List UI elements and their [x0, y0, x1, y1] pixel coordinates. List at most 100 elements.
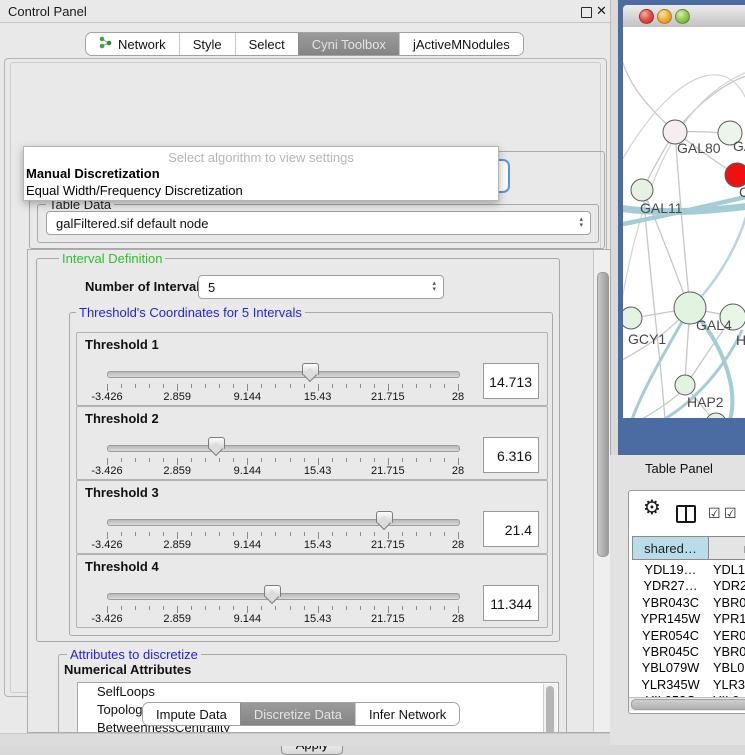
- table-data-combo[interactable]: galFiltered.sif default node ▴▾: [46, 211, 591, 235]
- slider-track[interactable]: [107, 519, 460, 526]
- threshold-value-field[interactable]: 11.344: [483, 585, 539, 621]
- slider-tick: [416, 384, 417, 388]
- cell-name[interactable]: YDL1: [709, 562, 745, 578]
- checkbox-icon[interactable]: ☑: [708, 505, 721, 521]
- table-row[interactable]: YDL19…YDL1: [632, 562, 745, 578]
- slider-scale-label: 2.859: [163, 391, 191, 403]
- attribute-list-item-selfloops[interactable]: SelfLoops: [78, 683, 558, 701]
- algorithm-option-manual-discretization[interactable]: Manual Discretization: [26, 166, 160, 181]
- cell-name[interactable]: YDR2: [709, 578, 745, 594]
- tab-label: Network: [118, 37, 166, 52]
- slider-tick: [261, 606, 262, 610]
- slider-track[interactable]: [107, 371, 460, 378]
- slider-tick: [388, 606, 389, 613]
- node-label-ga: GA: [733, 138, 745, 154]
- tab-network[interactable]: Network: [86, 33, 179, 55]
- slider-tick: [374, 384, 375, 388]
- slider-track[interactable]: [107, 593, 460, 600]
- table-row[interactable]: YBR045CYBR0: [632, 644, 745, 660]
- slider-tick: [318, 606, 319, 613]
- node-hap2[interactable]: [675, 375, 695, 395]
- cell-shared-name[interactable]: YDL19…: [632, 562, 709, 578]
- slider-tick: [191, 606, 192, 610]
- threshold-value-field[interactable]: 14.713: [483, 363, 539, 399]
- split-pane-icon[interactable]: [676, 505, 696, 523]
- algorithm-dropdown-hint: Select algorithm to view settings: [24, 150, 498, 165]
- slider-tick: [360, 458, 361, 462]
- network-edge: [675, 132, 690, 307]
- network-window-titlebar[interactable]: [623, 5, 745, 28]
- slider-tick: [121, 532, 122, 536]
- table-header-shared-name[interactable]: shared…: [632, 536, 709, 560]
- cell-name[interactable]: YER0: [709, 628, 745, 644]
- cell-shared-name[interactable]: YBR043C: [632, 595, 709, 611]
- network-view-window: GAL80GACGAL11GAL4GCY1HHAP2: [618, 0, 745, 455]
- attributes-list-scrollbar[interactable]: [543, 684, 557, 733]
- table-row[interactable]: YPR145WYPR1: [632, 611, 745, 627]
- cell-name[interactable]: YPR1: [709, 611, 745, 627]
- slider-scale-label: 21.715: [371, 539, 405, 551]
- cell-shared-name[interactable]: YBR045C: [632, 644, 709, 660]
- threshold-label: Threshold 3: [85, 485, 159, 500]
- slider-tick: [163, 458, 164, 462]
- cell-name[interactable]: YBR0: [709, 595, 745, 611]
- tab-impute-data[interactable]: Impute Data: [143, 703, 240, 725]
- cell-name[interactable]: YBL0: [709, 660, 744, 676]
- threshold-value-field[interactable]: 6.316: [483, 437, 539, 473]
- slider-thumb[interactable]: [264, 585, 281, 597]
- slider-thumb[interactable]: [302, 363, 319, 375]
- slider-tick: [346, 532, 347, 536]
- slider-tick: [290, 532, 291, 536]
- cell-shared-name[interactable]: YBL079W: [632, 660, 709, 676]
- spinner-stepper-icon[interactable]: ▴▾: [432, 276, 436, 298]
- tab-discretize-data[interactable]: Discretize Data: [240, 703, 355, 725]
- slider-track[interactable]: [107, 445, 460, 452]
- cell-shared-name[interactable]: YER054C: [632, 628, 709, 644]
- slider-scale-label: 21.715: [371, 391, 405, 403]
- cell-shared-name[interactable]: YLR345W: [632, 677, 709, 693]
- slider-scale-label: 28: [452, 539, 464, 551]
- table-row[interactable]: YDR27…YDR2: [632, 578, 745, 594]
- network-canvas[interactable]: GAL80GACGAL11GAL4GCY1HHAP2: [623, 27, 745, 418]
- thresholds-group-title: Threshold's Coordinates for 5 Intervals: [76, 305, 305, 320]
- tab-infer-network[interactable]: Infer Network: [355, 703, 459, 725]
- tab-cyni-toolbox[interactable]: Cyni Toolbox: [298, 33, 399, 55]
- horizontal-scrollbar[interactable]: [629, 697, 745, 711]
- slider-tick: [135, 606, 136, 610]
- close-traffic-light[interactable]: [639, 9, 654, 24]
- cell-name[interactable]: YBR0: [709, 644, 745, 660]
- horizontal-scrollbar-thumb[interactable]: [631, 699, 745, 710]
- node-gcy1[interactable]: [623, 307, 642, 329]
- tab-style[interactable]: Style: [179, 33, 235, 55]
- tab-select[interactable]: Select: [235, 33, 298, 55]
- cell-shared-name[interactable]: YPR145W: [632, 611, 709, 627]
- slider-thumb[interactable]: [376, 511, 393, 523]
- table-row[interactable]: YLR345WYLR3: [632, 677, 745, 693]
- combo-stepper-icon[interactable]: ▴▾: [579, 212, 583, 234]
- vertical-scrollbar-thumb[interactable]: [597, 272, 609, 557]
- node-label-c: C: [739, 184, 745, 200]
- node-gal11[interactable]: [631, 179, 653, 201]
- slider-tick: [107, 458, 108, 465]
- minimize-traffic-light[interactable]: [657, 9, 672, 24]
- slider-tick: [318, 384, 319, 391]
- checkbox-icon[interactable]: ☑: [724, 505, 737, 521]
- table-row[interactable]: YBR043CYBR0: [632, 595, 745, 611]
- threshold-value-field[interactable]: 21.4: [483, 511, 539, 547]
- zoom-traffic-light[interactable]: [675, 9, 690, 24]
- tab-jactivemnodules[interactable]: jActiveMNodules: [399, 33, 523, 55]
- close-icon[interactable]: ✕: [596, 3, 607, 19]
- attributes-scrollbar-thumb[interactable]: [546, 686, 554, 733]
- tab-label: Impute Data: [156, 707, 227, 722]
- table-row[interactable]: YER054CYER0: [632, 628, 745, 644]
- cell-name[interactable]: YLR3: [709, 677, 745, 693]
- cell-shared-name[interactable]: YDR27…: [632, 578, 709, 594]
- gear-icon[interactable]: ⚙: [643, 498, 661, 518]
- table-header-name[interactable]: na: [709, 536, 745, 560]
- table-row[interactable]: YBL079WYBL0: [632, 660, 745, 676]
- slider-thumb[interactable]: [208, 437, 225, 449]
- number-of-intervals-spinner[interactable]: 5 ▴▾: [198, 275, 444, 299]
- algorithm-option-equal-width-frequency[interactable]: Equal Width/Frequency Discretization: [26, 183, 243, 198]
- vertical-scrollbar[interactable]: [593, 250, 610, 732]
- float-window-icon[interactable]: [581, 7, 592, 18]
